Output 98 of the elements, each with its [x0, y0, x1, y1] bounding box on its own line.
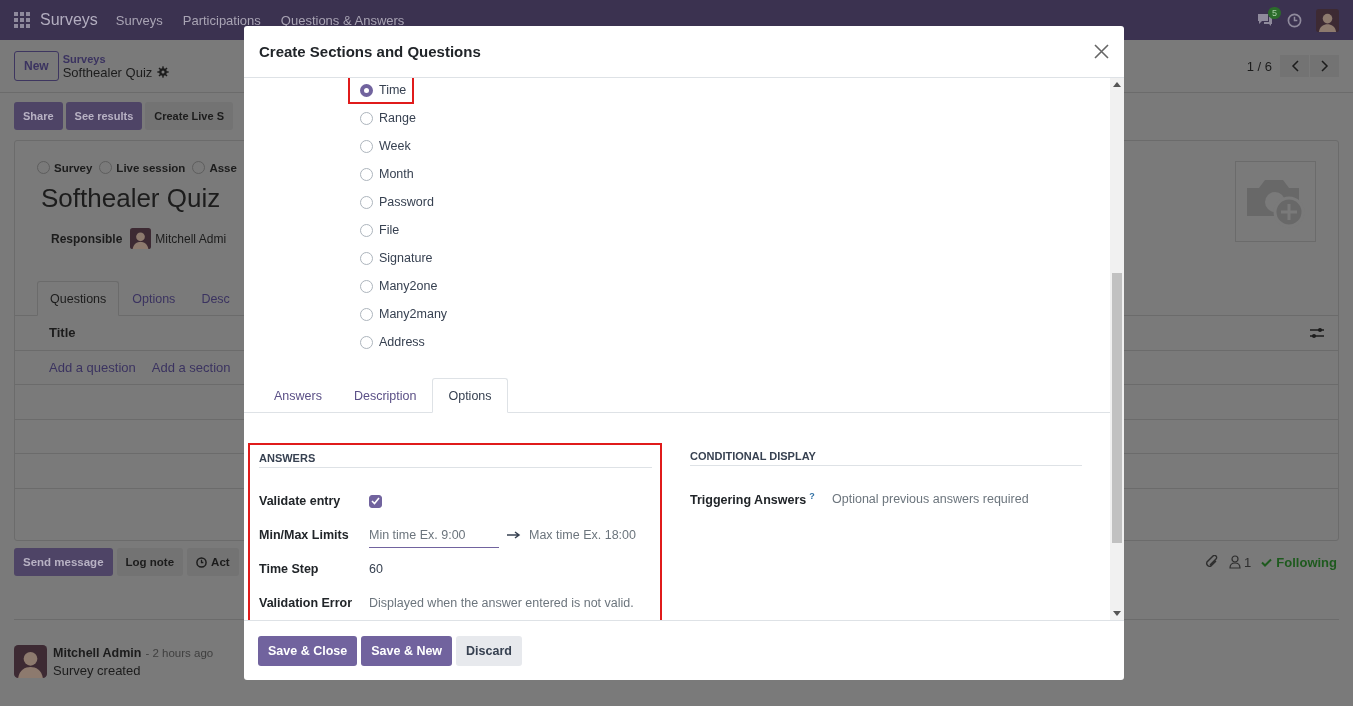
dialog-tab[interactable]: Description: [337, 378, 433, 413]
radio-button[interactable]: [360, 251, 373, 265]
action-button[interactable]: Create Live S: [145, 102, 233, 130]
radio-label[interactable]: Live session: [116, 161, 186, 174]
previous-button[interactable]: [1280, 55, 1309, 77]
radio-label[interactable]: Asse: [209, 161, 237, 174]
message-body: Survey created: [53, 663, 142, 678]
radio-button[interactable]: [360, 195, 373, 209]
dialog-button[interactable]: Save & New: [361, 635, 453, 666]
scroll-down-icon[interactable]: [1113, 611, 1121, 616]
radio-option[interactable]: Many2one: [348, 272, 446, 300]
radio-button[interactable]: [360, 307, 373, 321]
radio-label[interactable]: Many2one: [379, 279, 438, 293]
field-label: Triggering Answers $^{?}$: [690, 490, 816, 508]
radio-button[interactable]: [37, 161, 50, 174]
radio-option[interactable]: Many2many: [348, 300, 456, 328]
field-label: Responsible: [51, 231, 123, 246]
dialog-tab[interactable]: Options: [432, 378, 508, 413]
check-icon: [1261, 557, 1273, 567]
radio-button[interactable]: [99, 161, 113, 174]
highlighted-option[interactable]: Time: [348, 78, 415, 104]
radio-label[interactable]: Survey: [54, 161, 93, 174]
radio-label[interactable]: File: [379, 223, 400, 237]
arrow-right-icon: [507, 531, 521, 539]
message-time: - 2 hours ago: [145, 647, 214, 659]
radio-label[interactable]: Signature: [379, 251, 433, 265]
action-button[interactable]: See results: [65, 102, 143, 130]
field-label: Min/Max Limits: [259, 528, 350, 542]
radio-button[interactable]: [360, 335, 373, 349]
close-button[interactable]: [1094, 44, 1109, 59]
radio-label[interactable]: Range: [379, 111, 416, 125]
pager-value: 1 / 6: [1246, 58, 1272, 74]
radio-option[interactable]: Password: [348, 188, 442, 216]
chevron-right-icon: [1320, 60, 1329, 72]
radio-option[interactable]: Address: [348, 328, 433, 356]
action-button[interactable]: Share: [14, 102, 63, 130]
avatar-icon: [1316, 8, 1339, 32]
next-button[interactable]: [1310, 55, 1339, 77]
person-icon[interactable]: [1229, 555, 1242, 569]
message-author[interactable]: Mitchell Admin: [53, 646, 142, 660]
dialog-title: Create Sections and Questions: [259, 43, 481, 60]
dialog-tab[interactable]: Answers: [258, 378, 338, 413]
radio-label[interactable]: Many2many: [379, 307, 448, 321]
input-field[interactable]: Max time Ex. 18:00: [529, 525, 647, 545]
notification-badge: 5: [1268, 7, 1281, 19]
input-field[interactable]: Optional previous answers required: [832, 489, 1082, 509]
follower-count[interactable]: 1: [1244, 554, 1252, 570]
radio-option[interactable]: Week: [348, 132, 419, 160]
radio-option[interactable]: Month: [348, 160, 422, 188]
nav-menu-item[interactable]: Questions & Answers: [280, 12, 405, 28]
radio-button[interactable]: [360, 279, 373, 293]
input-field[interactable]: Displayed when the answer entered is not valid.: [369, 593, 652, 613]
radio-label[interactable]: Password: [379, 195, 434, 209]
nav-menu-item[interactable]: Participations: [182, 12, 261, 28]
radio-button[interactable]: [360, 223, 373, 237]
radio-label[interactable]: Week: [379, 139, 411, 153]
radio-button[interactable]: [192, 161, 206, 174]
apps-grid-icon[interactable]: [14, 12, 30, 28]
chatter-button[interactable]: Log note: [116, 548, 184, 576]
dialog-button[interactable]: Discard: [456, 635, 522, 666]
chevron-left-icon: [1290, 60, 1299, 72]
checkbox[interactable]: [369, 494, 382, 508]
nav-menu-item[interactable]: Surveys: [115, 12, 163, 28]
scrollbar-thumb[interactable]: [1112, 273, 1122, 543]
radio-option[interactable]: File: [348, 216, 408, 244]
clock-icon: [196, 556, 208, 568]
scroll-up-icon[interactable]: [1113, 82, 1121, 87]
radio-label[interactable]: Address: [379, 335, 425, 349]
form-tab[interactable]: Questions: [37, 281, 120, 316]
field-label: Time Step: [259, 562, 320, 576]
dialog-button[interactable]: Save & Close: [258, 635, 358, 666]
survey-title: Softhealer Quiz: [41, 183, 221, 214]
radio-button[interactable]: [360, 167, 373, 181]
record-name: Softhealer Quiz: [62, 64, 153, 80]
radio-option[interactable]: Signature: [348, 244, 441, 272]
app-name[interactable]: Surveys: [40, 11, 98, 29]
chat-icon[interactable]: [1257, 13, 1273, 27]
field-label: Validation Error: [259, 596, 354, 610]
radio-option[interactable]: Range: [348, 104, 424, 132]
field-label: Validate entry: [259, 494, 342, 508]
input-field[interactable]: 60: [369, 559, 652, 579]
radio-button[interactable]: [360, 139, 373, 153]
clock-icon[interactable]: [1287, 12, 1302, 28]
column-header: Title: [49, 325, 76, 341]
radio-label[interactable]: Time: [379, 83, 407, 97]
avatar-icon: [14, 645, 47, 678]
radio-button[interactable]: [360, 111, 373, 125]
responsible-user[interactable]: Mitchell Admi: [155, 231, 227, 246]
chatter-button[interactable]: Act: [187, 548, 239, 576]
section-heading: CONDITIONAL DISPLAY: [690, 450, 1082, 466]
radio-label[interactable]: Month: [379, 167, 414, 181]
radio-button[interactable]: [360, 83, 373, 97]
column-settings-icon[interactable]: [1310, 326, 1324, 339]
section-heading: ANSWERS: [259, 452, 652, 468]
gear-icon[interactable]: [157, 66, 170, 78]
paperclip-icon[interactable]: [1205, 555, 1220, 569]
chatter-button[interactable]: Send message: [14, 548, 113, 576]
avatar-icon: [130, 228, 152, 249]
